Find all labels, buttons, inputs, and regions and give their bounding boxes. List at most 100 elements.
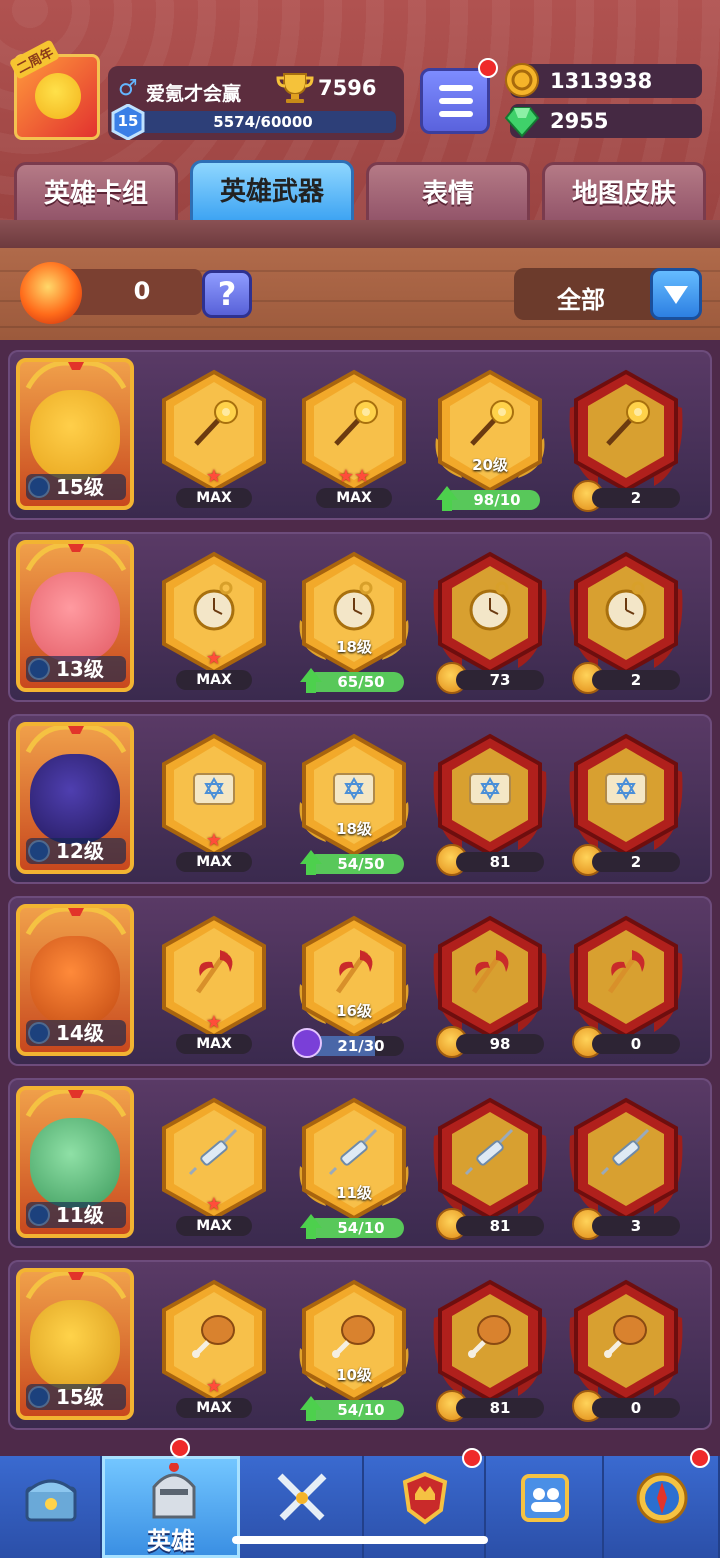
home-indicator — [232, 1536, 488, 1544]
weapon-slot[interactable]: ★ MAX — [156, 550, 272, 690]
star-rating-icon: ★ — [205, 1012, 223, 1033]
menu-button[interactable] — [420, 68, 490, 134]
gold-amount: 1313938 — [550, 69, 653, 93]
hero-card[interactable]: 14级 — [16, 904, 134, 1056]
xp-text: 5574/60000 — [213, 113, 313, 131]
shard-count: 0 — [592, 1398, 680, 1418]
weapon-slot[interactable]: 10级 54/10 — [296, 1278, 412, 1421]
max-label: MAX — [176, 1034, 252, 1054]
hero-row[interactable]: 15级 ★ MAX 10级 54/10 81 0 — [8, 1260, 712, 1430]
tab-map-skins[interactable]: 地图皮肤 — [542, 162, 706, 220]
winged-crown-icon — [25, 908, 127, 936]
xp-bar: 5574/60000 — [130, 111, 396, 133]
winged-crown-icon — [25, 544, 127, 572]
hero-portrait — [30, 572, 120, 662]
max-label: MAX — [176, 488, 252, 508]
tab-hero-deck[interactable]: 英雄卡组 — [14, 162, 178, 220]
max-label: MAX — [176, 852, 252, 872]
hero-level: 15级 — [26, 474, 126, 500]
weapon-slot[interactable]: 3 — [568, 1096, 684, 1240]
nav-tab[interactable]: 英雄 — [102, 1456, 240, 1558]
upgrade-arrow-icon — [300, 668, 322, 693]
shard-count: 81 — [456, 852, 544, 872]
weapon-slot[interactable]: 98 — [432, 914, 548, 1058]
weapon-level: 16级 — [336, 1002, 372, 1020]
weapon-slot[interactable]: 18级 65/50 — [296, 550, 412, 693]
upgrade-arrow-icon — [300, 850, 322, 875]
hero-card[interactable]: 11级 — [16, 1086, 134, 1238]
weapon-slot[interactable]: 16级 21/30 — [292, 914, 412, 1058]
star-rating-icon: ★ — [205, 466, 223, 487]
hero-level: 15级 — [26, 1384, 126, 1410]
weapon-slot[interactable]: ★ MAX — [156, 732, 272, 872]
weapon-slot[interactable]: ★ MAX — [156, 1278, 272, 1418]
winged-crown-icon — [25, 1272, 127, 1300]
weapon-slot[interactable]: 81 — [432, 732, 548, 876]
chest-icon — [25, 1479, 77, 1522]
player-name: 爱氪才会赢 — [146, 83, 242, 105]
upgrade-arrow-icon — [300, 1214, 322, 1239]
hero-card[interactable]: 15级 — [16, 358, 134, 510]
nav-tab[interactable] — [486, 1456, 604, 1558]
weapon-slot[interactable]: 2 — [568, 732, 684, 876]
hero-row[interactable]: 11级 ★ MAX 11级 54/10 81 3 — [8, 1078, 712, 1248]
notification-dot — [462, 1448, 482, 1468]
hero-level: 13级 — [26, 656, 126, 682]
weapon-slot[interactable]: 81 — [432, 1278, 548, 1422]
shard-count: 73 — [456, 670, 544, 690]
shard-count: 81 — [456, 1216, 544, 1236]
shard-count: 2 — [592, 488, 680, 508]
weapon-slot[interactable]: 0 — [568, 1278, 684, 1422]
nav-tab[interactable] — [604, 1456, 720, 1558]
hero-card[interactable]: 15级 — [16, 1268, 134, 1420]
weapon-slot[interactable]: 2 — [568, 368, 684, 512]
weapon-level: 18级 — [336, 820, 372, 838]
nav-tab[interactable] — [0, 1456, 102, 1558]
max-label: MAX — [176, 1398, 252, 1418]
green-gem-icon — [504, 107, 540, 138]
shard-count: 98 — [456, 1034, 544, 1054]
weapon-slot[interactable]: ★ MAX — [156, 914, 272, 1054]
star-rating-icon: ★ — [205, 648, 223, 669]
tab-hero-weapons[interactable]: 英雄武器 — [190, 160, 354, 222]
max-label: MAX — [176, 670, 252, 690]
winged-crown-icon — [25, 1090, 127, 1118]
hero-card[interactable]: 13级 — [16, 540, 134, 692]
player-level: 15 — [117, 112, 139, 130]
winged-crown-icon — [25, 726, 127, 754]
trophy-count: 7596 — [318, 76, 377, 100]
hero-card[interactable]: 12级 — [16, 722, 134, 874]
filter-label: 全部 — [557, 286, 605, 314]
hero-level: 14级 — [26, 1020, 126, 1046]
weapon-slot[interactable]: 20级 98/10 — [432, 368, 548, 511]
star-rating-icon: ★ — [205, 830, 223, 851]
weapon-slot[interactable]: 11级 54/10 — [296, 1096, 412, 1239]
hero-row[interactable]: 13级 ★ MAX 18级 65/50 73 2 — [8, 532, 712, 702]
weapon-slot[interactable]: 18级 54/50 — [296, 732, 412, 875]
hero-row[interactable]: 12级 ★ MAX 18级 54/50 81 2 — [8, 714, 712, 884]
weapon-slot[interactable]: ★ MAX — [156, 1096, 272, 1236]
trophy-icon — [276, 73, 314, 103]
chevron-down-icon[interactable] — [650, 268, 702, 320]
player-avatar[interactable]: 二周年 — [8, 39, 100, 140]
weapon-level: 20级 — [472, 456, 508, 474]
shield-crown-icon — [402, 1471, 448, 1525]
hero-row[interactable]: 14级 ★ MAX 16级 21/30 98 0 — [8, 896, 712, 1066]
weapon-slot[interactable]: ★ MAX — [156, 368, 272, 508]
weapon-slot[interactable]: 0 — [568, 914, 684, 1058]
hero-weapon-list[interactable]: 15级 ★ MAX ★★ MAX 20级 98/10 2 13级 ★ MAX 18级 65/50 73 2 1… — [0, 340, 720, 1456]
hero-row[interactable]: 15级 ★ MAX ★★ MAX 20级 98/10 2 — [8, 350, 712, 520]
weapon-slot[interactable]: 73 — [432, 550, 548, 694]
weapon-slot[interactable]: 2 — [568, 550, 684, 694]
tab-emotes[interactable]: 表情 — [366, 162, 530, 220]
compass-icon — [636, 1472, 688, 1524]
winged-crown-icon — [25, 362, 127, 390]
shard-count: 2 — [592, 670, 680, 690]
weapon-level: 10级 — [336, 1366, 372, 1384]
purple-fragment-icon — [292, 1028, 322, 1058]
star-rating-icon: ★★ — [337, 466, 371, 487]
menu-notification-dot — [478, 58, 498, 78]
help-button[interactable]: ? — [202, 270, 252, 318]
weapon-slot[interactable]: 81 — [432, 1096, 548, 1240]
weapon-slot[interactable]: ★★ MAX — [296, 368, 412, 508]
